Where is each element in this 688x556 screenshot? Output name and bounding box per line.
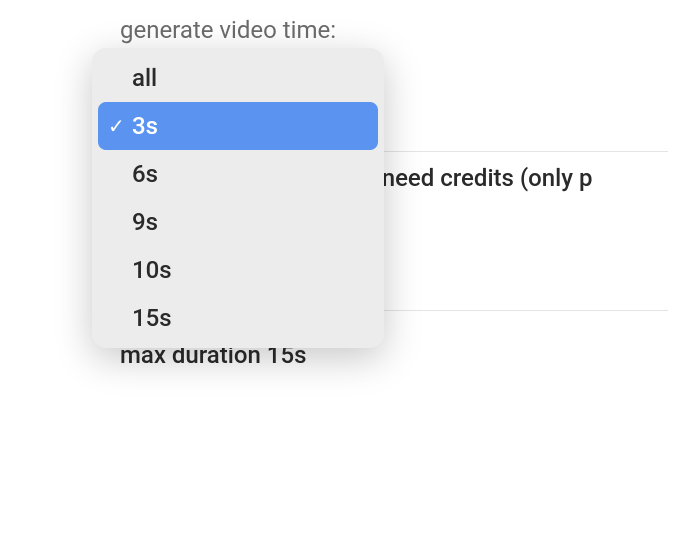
check-icon: ✓ [108, 116, 125, 136]
dropdown-option-label: 6s [132, 160, 158, 188]
dropdown-option-all[interactable]: all [98, 54, 378, 102]
dropdown-option-3s[interactable]: ✓ 3s [98, 102, 378, 150]
dropdown-option-label: 10s [132, 256, 172, 284]
dropdown-option-label: 9s [132, 208, 158, 236]
dropdown-option-6s[interactable]: 6s [98, 150, 378, 198]
dropdown-option-label: 15s [132, 304, 172, 332]
dropdown-option-15s[interactable]: 15s [98, 294, 378, 342]
settings-panel: generate video time: 3s ts every seconds… [0, 0, 688, 381]
dropdown-option-9s[interactable]: 9s [98, 198, 378, 246]
dropdown-option-10s[interactable]: 10s [98, 246, 378, 294]
generate-time-dropdown[interactable]: all ✓ 3s 6s 9s 10s 15s [92, 48, 384, 348]
generate-time-label: generate video time: [120, 16, 668, 44]
dropdown-option-label: 3s [132, 112, 158, 140]
dropdown-option-label: all [132, 64, 157, 92]
